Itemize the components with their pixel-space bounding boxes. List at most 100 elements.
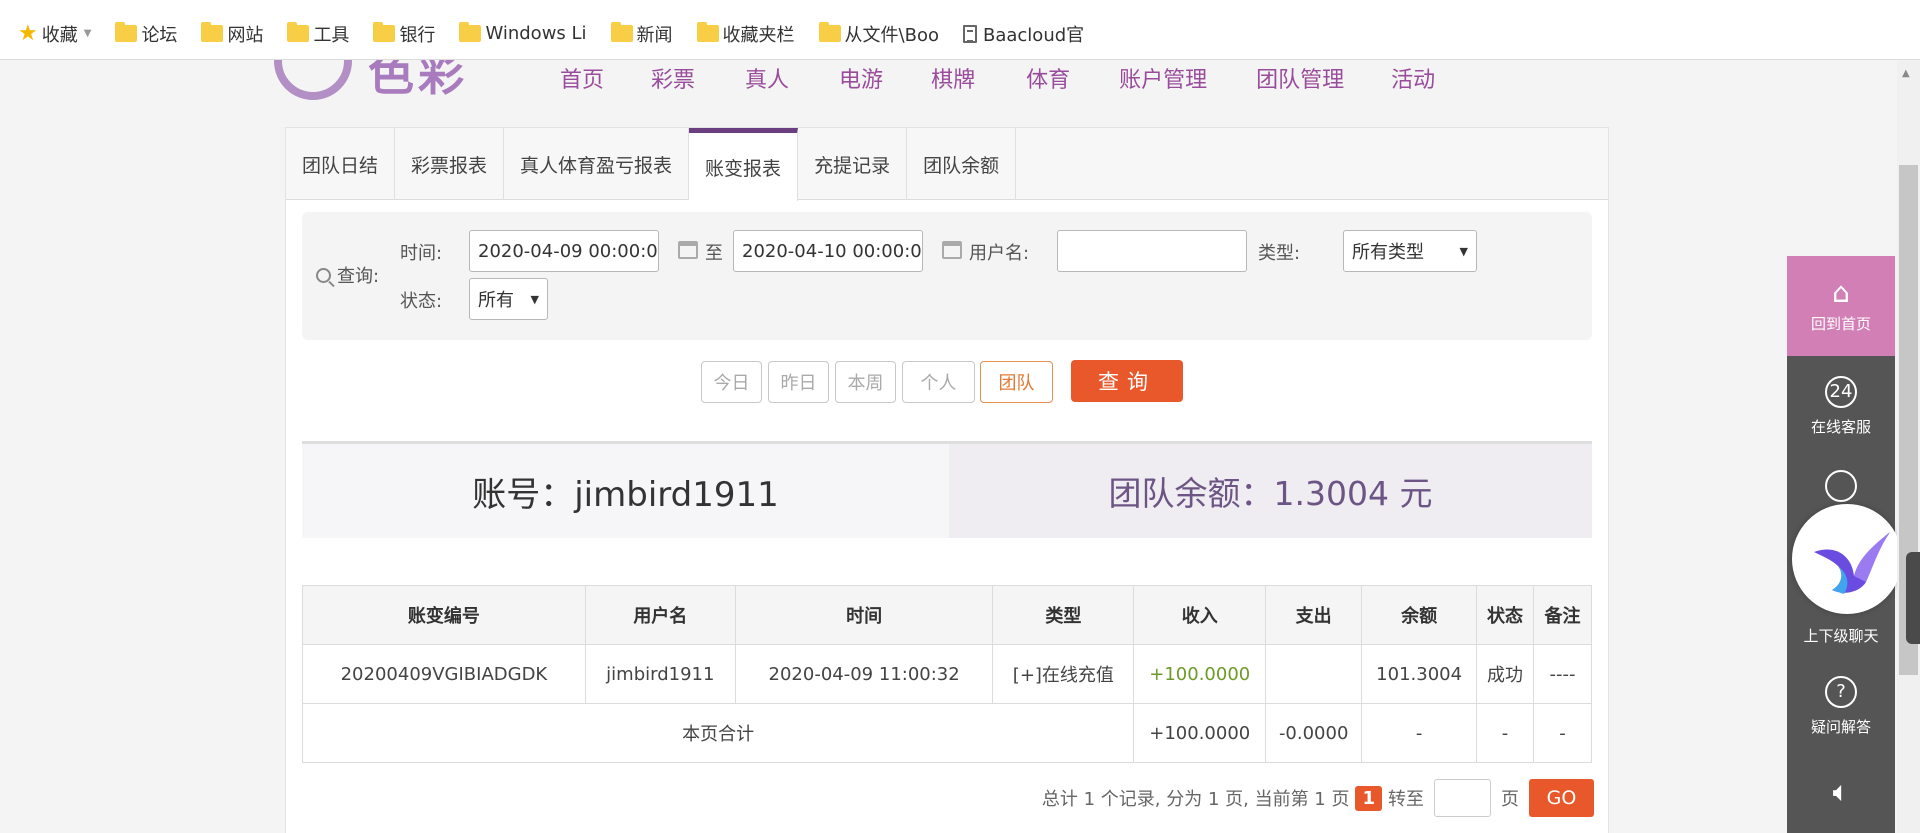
nav-home[interactable]: 首页 [560,62,604,94]
bookmarks-bar: ★ 收藏 ▼ 论坛 网站 工具 银行 Windows Li 新闻 收藏夹栏 从文… [0,0,1920,60]
nav-chess[interactable]: 棋牌 [931,62,975,94]
search-icon [316,267,331,283]
username-label: 用户名: [969,243,1030,264]
page-unit-label: 页 [1501,789,1519,810]
column-header: 备注 [1533,585,1592,645]
yesterday-button[interactable]: 昨日 [768,361,829,403]
dropdown-arrow-icon: ▼ [530,292,539,306]
bookmark-folder[interactable]: 论坛 [115,21,177,47]
team-balance: 团队余额：1.3004 元 [949,444,1592,538]
column-header: 余额 [1361,585,1478,645]
tab-lottery-report[interactable]: 彩票报表 [395,128,505,200]
star-icon: ★ [18,21,38,46]
to-label: 至 [705,243,723,264]
this-week-button[interactable]: 本周 [835,361,896,403]
cell-expense [1265,644,1363,704]
team-button[interactable]: 团队 [980,361,1053,403]
account-name: 账号：jimbird1911 [302,444,949,538]
username-input[interactable] [1057,230,1247,272]
table-header-row: 账变编号 用户名 时间 类型 收入 支出 余额 状态 备注 [302,585,1592,645]
query-label: 查询: [316,262,379,288]
start-time-input[interactable]: 2020-04-09 00:00:00 [469,230,659,272]
column-header: 用户名 [584,585,736,645]
goto-page-input[interactable] [1434,779,1491,817]
nav-account[interactable]: 账户管理 [1119,62,1207,94]
cell-status: 成功 [1476,644,1535,704]
bookmark-folder[interactable]: 网站 [201,21,263,47]
document-icon [963,24,977,43]
chat-icon [1825,470,1857,502]
main-nav: 首页 彩票 真人 电游 棋牌 体育 账户管理 团队管理 活动 [560,62,1435,94]
status-label: 状态: [400,291,443,312]
folder-icon [459,22,482,42]
go-button[interactable]: GO [1529,779,1594,817]
tab-team-daily[interactable]: 团队日结 [286,128,396,200]
nav-promo[interactable]: 活动 [1391,62,1435,94]
type-select[interactable]: 所有类型 ▼ [1343,230,1477,272]
cell-income: +100.0000 [1133,644,1267,704]
speaker-icon: 🔈︎ [1832,775,1850,808]
account-summary: 账号：jimbird1911 团队余额：1.3004 元 [302,441,1592,538]
bookmark-folder[interactable]: 从文件\Boo [818,21,939,47]
current-page[interactable]: 1 [1355,785,1382,811]
nav-live[interactable]: 真人 [745,62,789,94]
online-support-button[interactable]: 24 在线客服 [1787,356,1895,456]
folder-icon [696,22,719,42]
today-button[interactable]: 今日 [701,361,762,403]
sound-button[interactable]: 🔈︎ [1787,756,1895,833]
pagination-summary: 总计 1 个记录, 分为 1 页, 当前第 1 页 [1041,789,1350,810]
bookmark-folder[interactable]: 收藏夹栏 [696,21,795,47]
bird-logo-icon [1814,532,1890,594]
search-button[interactable]: 查询 [1071,360,1183,402]
folder-icon [287,22,310,42]
goto-label: 转至 [1388,789,1424,810]
scroll-up-arrow-icon[interactable]: ▲ [1902,68,1910,79]
headset-24-icon: 24 [1825,375,1857,408]
total-balance: - [1361,703,1478,763]
folder-icon [201,22,224,42]
tab-team-balance[interactable]: 团队余额 [907,128,1017,200]
dropdown-arrow-icon: ▼ [1459,244,1468,258]
cell-user: jimbird1911 [584,644,736,704]
type-label: 类型: [1258,243,1301,264]
total-income: +100.0000 [1133,703,1267,763]
query-form: 查询: 时间: 2020-04-09 00:00:00 至 2020-04-10… [302,212,1592,340]
column-header: 状态 [1476,585,1535,645]
question-icon: ? [1825,675,1857,708]
cell-balance: 101.3004 [1361,644,1478,704]
status-select[interactable]: 所有 ▼ [469,278,548,320]
side-panel-handle[interactable] [1906,552,1920,644]
bookmark-link[interactable]: Baacloud官 [963,21,1084,47]
nav-slots[interactable]: 电游 [839,62,883,94]
report-panel: 团队日结 彩票报表 真人体育盈亏报表 账变报表 充提记录 团队余额 查询: 时间… [285,127,1609,833]
end-time-input[interactable]: 2020-04-10 00:00:00 [733,230,923,272]
back-home-button[interactable]: ⌂ 回到首页 [1787,256,1895,356]
cell-time: 2020-04-09 11:00:32 [734,644,994,704]
nav-team[interactable]: 团队管理 [1256,62,1344,94]
faq-button[interactable]: ? 疑问解答 [1787,656,1895,756]
bookmark-folder[interactable]: Windows Li [459,22,587,44]
tab-deposit-withdraw[interactable]: 充提记录 [798,128,908,200]
tab-account-change[interactable]: 账变报表 [689,128,799,201]
tab-live-sports-report[interactable]: 真人体育盈亏报表 [504,128,690,200]
table-total-row: 本页合计 +100.0000 -0.0000 - - - [301,703,1592,763]
bookmark-folder[interactable]: 银行 [373,21,435,47]
column-header: 类型 [992,585,1135,645]
folder-icon [610,22,633,42]
bookmark-folder[interactable]: 新闻 [610,21,673,47]
column-header: 支出 [1265,585,1363,645]
chat-label[interactable]: 上下级聊天 [1787,624,1895,646]
personal-button[interactable]: 个人 [902,361,975,403]
chevron-down-icon[interactable]: ▼ [84,28,92,39]
nav-sports[interactable]: 体育 [1026,62,1070,94]
bookmark-favorites[interactable]: ★ 收藏 ▼ [18,21,91,47]
total-label: 本页合计 [301,703,1135,763]
bird-app-icon[interactable] [1792,504,1902,614]
nav-lottery[interactable]: 彩票 [651,62,695,94]
bookmark-folder[interactable]: 工具 [287,21,349,47]
report-tabs: 团队日结 彩票报表 真人体育盈亏报表 账变报表 充提记录 团队余额 [286,128,1608,201]
calendar-icon[interactable] [678,241,698,259]
calendar-icon[interactable] [942,241,962,259]
total-note: - [1533,703,1592,763]
column-header: 时间 [734,585,994,645]
